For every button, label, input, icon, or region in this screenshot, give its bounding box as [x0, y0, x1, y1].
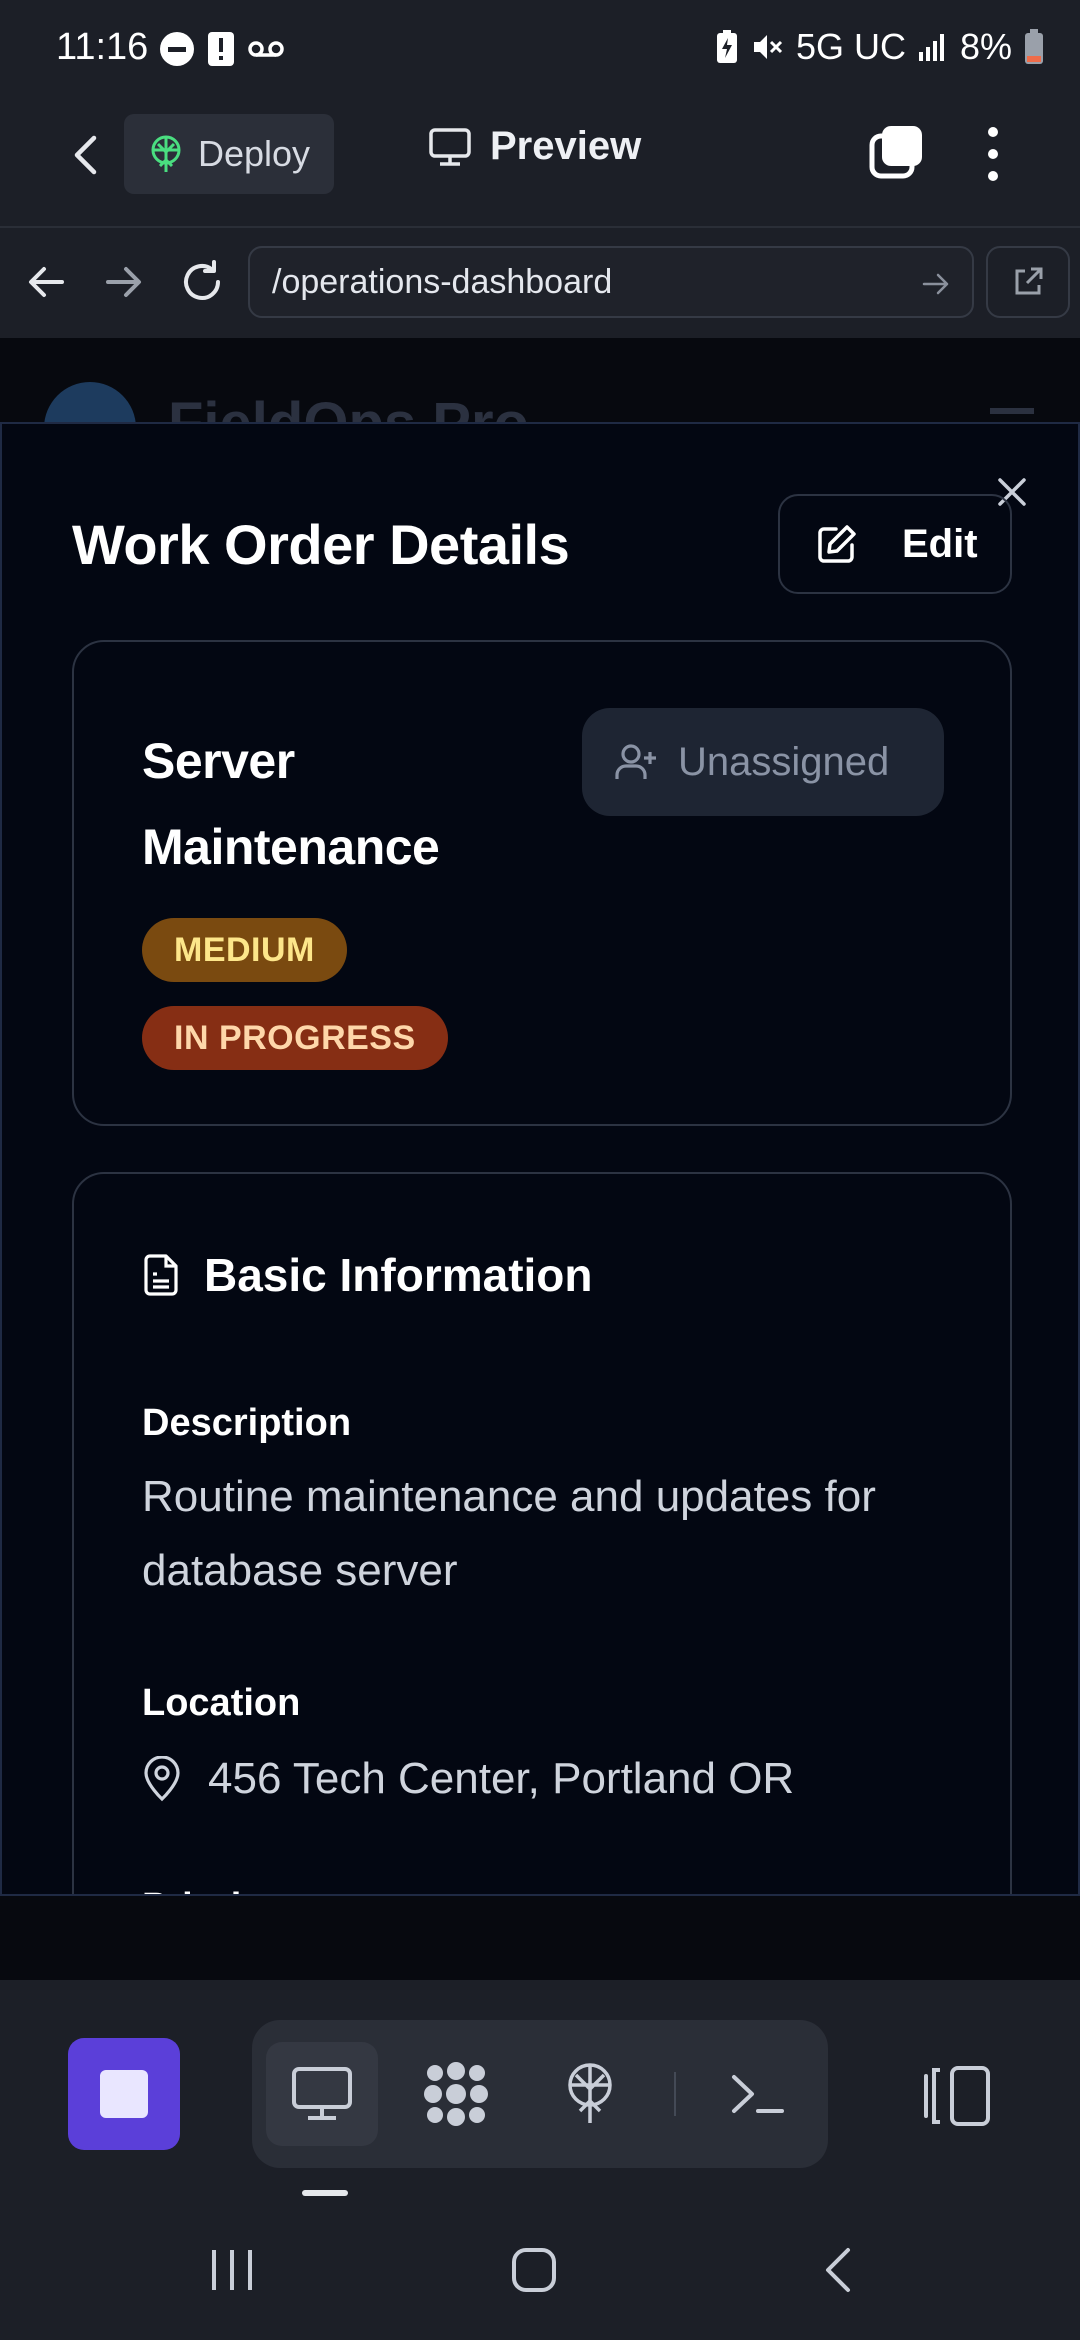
preview-label: Preview [490, 124, 642, 168]
recent-apps-icon[interactable] [208, 2246, 256, 2294]
browser-back-icon[interactable] [22, 258, 70, 306]
battery-icon [1025, 29, 1043, 64]
preview-view-button[interactable] [266, 2042, 378, 2146]
app-toolbar: Deploy Preview [0, 104, 1080, 226]
mute-icon [753, 35, 782, 59]
system-back-icon[interactable] [818, 2246, 858, 2294]
deploy-button[interactable]: Deploy [124, 114, 334, 194]
do-not-disturb-icon [160, 32, 194, 66]
edit-button[interactable]: Edit [778, 494, 1012, 594]
basic-information-card: Basic Information Description Routine ma… [72, 1172, 1012, 1894]
tabs-icon[interactable] [868, 124, 924, 180]
system-navigation-bar [0, 2200, 1080, 2340]
dock-separator [674, 2072, 676, 2116]
location-value: 456 Tech Center, Portland OR [208, 1754, 795, 1803]
assignee-label: Unassigned [678, 739, 890, 784]
browser-forward-icon[interactable] [100, 258, 148, 306]
url-input[interactable]: /operations-dashboard [248, 246, 974, 318]
battery-percent: 8% [959, 26, 1012, 67]
network-type: 5G UC [795, 26, 906, 67]
deploy-icon [568, 2063, 612, 2123]
location-row: 456 Tech Center, Portland OR [142, 1754, 794, 1804]
preview-tab[interactable]: Preview [428, 124, 641, 169]
location-label: Location [142, 1682, 301, 1724]
status-bar: 11:16 5G UC 8% [0, 0, 1080, 104]
open-external-button[interactable] [986, 246, 1070, 318]
deploy-view-button[interactable] [534, 2042, 646, 2146]
alert-icon [208, 32, 234, 66]
reload-icon[interactable] [178, 258, 226, 306]
description-label: Description [142, 1402, 352, 1444]
section-title: Basic Information [204, 1249, 593, 1301]
add-user-icon [615, 744, 656, 779]
basic-information-heading: Basic Information [142, 1248, 593, 1302]
console-button[interactable] [702, 2042, 814, 2146]
signal-icon [918, 34, 944, 61]
page-bottom-band [0, 1896, 1080, 1980]
monitor-icon [292, 2067, 352, 2120]
modal-title: Work Order Details [72, 513, 570, 576]
url-text: /operations-dashboard [272, 262, 613, 301]
terminal-icon [732, 2075, 784, 2113]
url-bar: /operations-dashboard [0, 226, 1080, 338]
assign-button[interactable]: Unassigned [582, 708, 944, 816]
more-options-icon[interactable] [978, 124, 1008, 184]
work-order-summary-card: Server Maintenance Unassigned MEDIUM IN … [72, 640, 1012, 1126]
deploy-icon [151, 135, 181, 172]
cluster-icon [424, 2062, 488, 2126]
voicemail-icon [248, 41, 284, 57]
document-icon [144, 1254, 178, 1296]
description-value: Routine maintenance and updates for data… [142, 1472, 876, 1595]
status-time: 11:16 [56, 26, 149, 68]
map-pin-icon [144, 1756, 180, 1802]
work-order-title: Server Maintenance [142, 733, 440, 875]
home-icon[interactable] [510, 2246, 558, 2294]
edit-icon [818, 525, 856, 563]
priority-badge: MEDIUM [142, 918, 347, 982]
back-icon[interactable] [62, 130, 112, 180]
external-link-icon [1015, 267, 1043, 295]
monitor-icon [429, 127, 471, 166]
status-badge: IN PROGRESS [142, 1006, 448, 1070]
go-arrow-icon[interactable] [920, 268, 952, 300]
battery-saver-icon [716, 30, 737, 63]
integrations-button[interactable] [400, 2042, 512, 2146]
priority-label: Priority [142, 1886, 275, 1894]
deploy-label: Deploy [198, 133, 311, 174]
bottom-dock [0, 1980, 1080, 2200]
edit-label: Edit [902, 521, 978, 566]
stop-icon [100, 2070, 148, 2118]
active-view-indicator [302, 2190, 348, 2196]
side-panel-icon[interactable] [920, 2064, 992, 2128]
stop-button[interactable] [68, 2038, 180, 2150]
dock-view-switcher [252, 2020, 828, 2168]
menu-icon [990, 408, 1034, 414]
work-order-modal: Work Order Details Edit Server Maintenan… [0, 422, 1080, 1896]
